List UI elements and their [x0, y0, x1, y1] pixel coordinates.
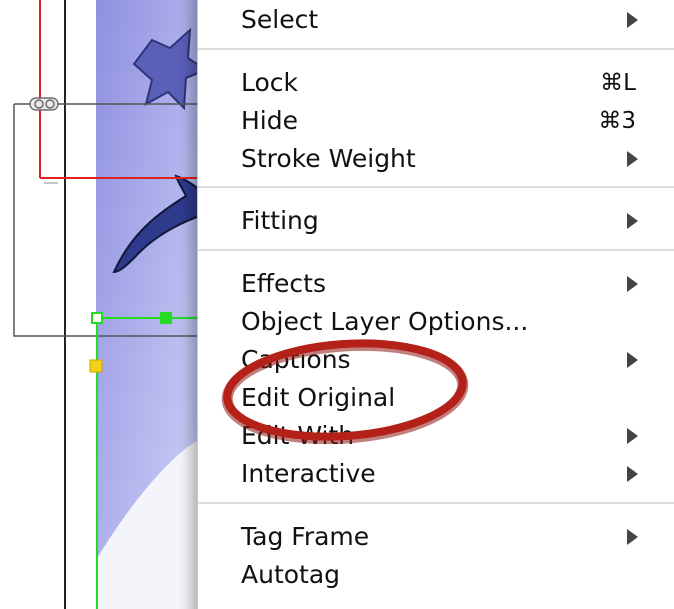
menu-item-stroke-weight[interactable]: Stroke Weight	[198, 140, 658, 178]
submenu-arrow-icon	[627, 352, 638, 368]
submenu-arrow-icon	[627, 276, 638, 292]
menu-item-hide[interactable]: Hide ⌘3	[198, 102, 658, 140]
menu-item-tag-frame[interactable]: Tag Frame	[198, 518, 658, 556]
submenu-arrow-icon	[627, 12, 638, 28]
menu-item-interactive[interactable]: Interactive	[198, 455, 658, 493]
submenu-arrow-icon	[627, 213, 638, 229]
menu-item-label: Lock	[241, 68, 299, 97]
submenu-arrow-icon	[627, 466, 638, 482]
menu-item-shortcut: ⌘L	[600, 70, 636, 96]
selection-handle-corner[interactable]	[91, 312, 103, 324]
menu-item-fitting[interactable]: Fitting	[198, 202, 658, 240]
menu-item-effects[interactable]: Effects	[198, 265, 658, 303]
selection-handle-mid[interactable]	[160, 312, 172, 324]
menu-item-label: Captions	[241, 345, 351, 374]
menu-item-label: Interactive	[241, 459, 376, 488]
menu-item-edit-with[interactable]: Edit With	[198, 417, 658, 455]
content-grabber-handle[interactable]	[89, 359, 103, 373]
menu-item-label: Autotag	[241, 560, 341, 589]
menu-item-label: Select	[241, 5, 319, 34]
menu-item-label: Object Layer Options...	[241, 307, 529, 336]
threaded-frame-link-icon[interactable]	[29, 97, 59, 111]
placed-image[interactable]	[96, 0, 209, 609]
menu-item-label: Effects	[241, 269, 326, 298]
menu-separator	[198, 48, 674, 50]
menu-item-label: Edit With	[241, 421, 355, 450]
menu-item-shortcut: ⌘3	[598, 108, 636, 134]
menu-item-lock[interactable]: Lock ⌘L	[198, 64, 658, 102]
menu-item-label: Edit Original	[241, 383, 396, 412]
menu-item-autotag[interactable]: Autotag	[198, 556, 658, 594]
context-menu: Select Lock ⌘L Hide ⌘3 Stroke Weight Fit…	[197, 0, 674, 609]
menu-separator	[198, 502, 674, 504]
menu-item-select[interactable]: Select	[198, 1, 658, 39]
menu-item-edit-original[interactable]: Edit Original	[198, 379, 658, 417]
menu-item-object-layer-options[interactable]: Object Layer Options...	[198, 303, 658, 341]
menu-item-label: Stroke Weight	[241, 144, 416, 173]
menu-item-captions[interactable]: Captions	[198, 341, 658, 379]
menu-separator	[198, 186, 674, 188]
menu-item-label: Hide	[241, 106, 298, 135]
submenu-arrow-icon	[627, 428, 638, 444]
menu-separator	[198, 249, 674, 251]
screenshot-stage: Select Lock ⌘L Hide ⌘3 Stroke Weight Fit…	[0, 0, 674, 609]
menu-item-label: Fitting	[241, 206, 319, 235]
menu-item-label: Tag Frame	[241, 522, 370, 551]
submenu-arrow-icon	[627, 151, 638, 167]
submenu-arrow-icon	[627, 529, 638, 545]
